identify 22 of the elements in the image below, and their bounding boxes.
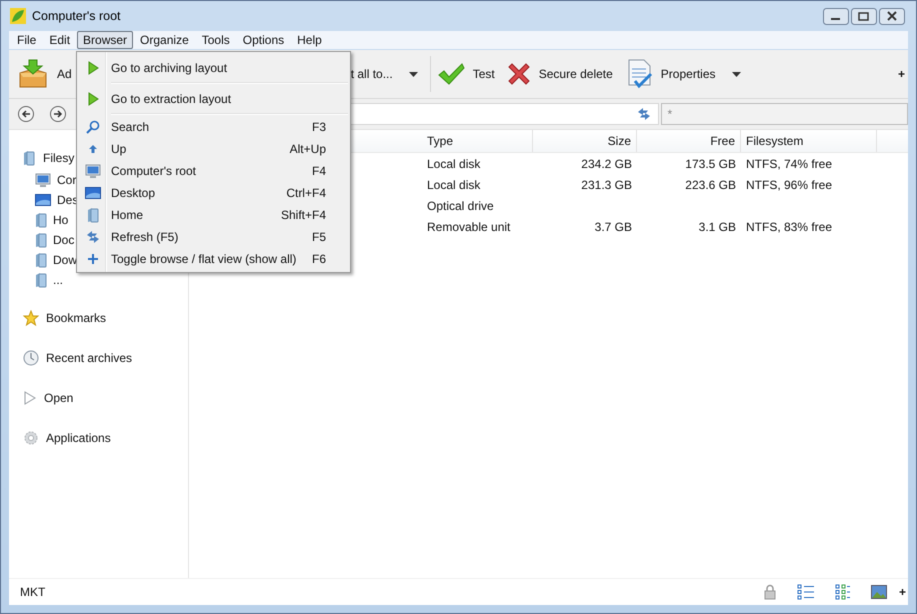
table-cell-text: NTFS, 83% free xyxy=(745,220,834,234)
table-cell-text: NTFS, 74% free xyxy=(745,156,834,170)
shortcut-label: F6 xyxy=(312,252,327,266)
table-cell-text: Optical drive xyxy=(426,198,495,212)
table-cell-text: 3.1 GB xyxy=(698,220,737,234)
table-cell-text: 234.2 GB xyxy=(580,156,633,170)
table-cell-text: NTFS, 96% free xyxy=(745,178,834,192)
table-cell-text: 173.5 GB xyxy=(684,156,737,170)
status-text: MKT xyxy=(20,585,46,599)
shortcut-label: F5 xyxy=(312,230,327,244)
shortcut-label: F3 xyxy=(312,120,327,134)
shortcut-label: F4 xyxy=(312,164,327,178)
table-cell-text: 223.6 GB xyxy=(684,178,737,192)
table-cell-text: 231.3 GB xyxy=(580,178,633,192)
shortcut-label: Ctrl+F4 xyxy=(286,186,327,200)
table-cell-text: Local disk xyxy=(426,178,482,192)
shortcut-label: Alt+Up xyxy=(290,142,327,156)
table-cell-text: 3.7 GB xyxy=(594,220,633,234)
table-cell-text: Local disk xyxy=(426,156,482,170)
shortcut-label: Shift+F4 xyxy=(280,208,327,222)
window-title: Computer's root xyxy=(32,9,121,23)
table-cell-text: Removable unit xyxy=(426,220,512,234)
